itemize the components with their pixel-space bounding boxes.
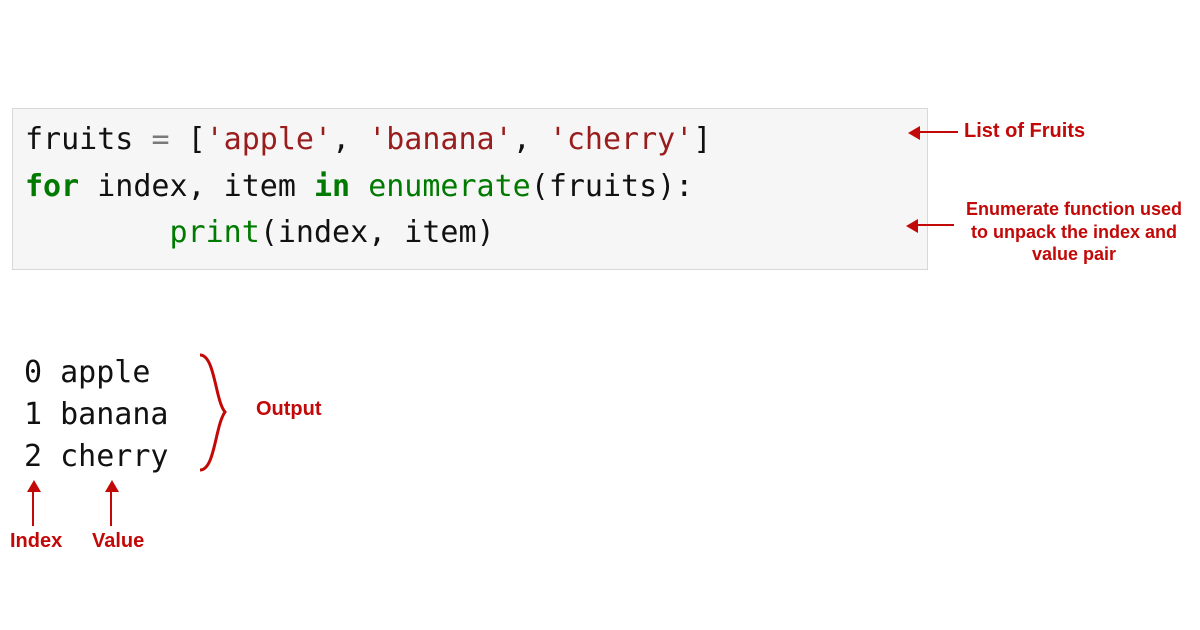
token-close-paren: ) — [477, 215, 495, 250]
token-open-paren: ( — [260, 215, 278, 250]
token-close-bracket: ] — [693, 122, 711, 157]
token-comma: , — [332, 122, 368, 157]
code-box: fruits = ['apple', 'banana', 'cherry'] f… — [12, 108, 928, 270]
annotation-index: Index — [10, 530, 62, 553]
token-func-print: print — [170, 215, 260, 250]
token-keyword-in: in — [314, 169, 350, 204]
output-line-3: 2 cherry — [24, 436, 169, 478]
brace-icon — [195, 350, 235, 480]
token-var-fruits: fruits — [25, 122, 133, 157]
token-space — [170, 122, 188, 157]
token-string-banana: 'banana' — [368, 122, 513, 157]
code-line-1: fruits = ['apple', 'banana', 'cherry'] — [25, 117, 915, 164]
token-keyword-for: for — [25, 169, 79, 204]
annotation-output: Output — [256, 398, 322, 421]
token-mid: index, item — [79, 169, 314, 204]
output-line-2: 1 banana — [24, 394, 169, 436]
token-args: index, item — [278, 215, 477, 250]
arrow-left-icon — [918, 131, 958, 133]
annotation-list: List of Fruits — [964, 120, 1085, 143]
token-comma: , — [513, 122, 549, 157]
arrow-left-icon — [916, 224, 954, 226]
token-string-cherry: 'cherry' — [549, 122, 694, 157]
token-indent — [25, 215, 170, 250]
token-equals: = — [151, 122, 169, 157]
token-open-bracket: [ — [188, 122, 206, 157]
token-open-paren: ( — [531, 169, 549, 204]
annotation-enum: Enumerate function used to unpack the in… — [964, 198, 1184, 266]
arrow-up-icon — [32, 490, 34, 526]
token-space — [133, 122, 151, 157]
output-block: 0 apple 1 banana 2 cherry — [24, 352, 169, 478]
token-close-paren: ) — [657, 169, 675, 204]
token-colon: : — [675, 169, 693, 204]
code-line-4: print(index, item) — [25, 210, 915, 257]
annotation-value: Value — [92, 530, 144, 553]
code-line-3: for index, item in enumerate(fruits): — [25, 164, 915, 211]
diagram-stage: fruits = ['apple', 'banana', 'cherry'] f… — [0, 0, 1200, 630]
output-line-1: 0 apple — [24, 352, 169, 394]
token-func-enumerate: enumerate — [368, 169, 531, 204]
token-space — [350, 169, 368, 204]
arrow-up-icon — [110, 490, 112, 526]
token-arg-fruits: fruits — [549, 169, 657, 204]
token-string-apple: 'apple' — [206, 122, 332, 157]
